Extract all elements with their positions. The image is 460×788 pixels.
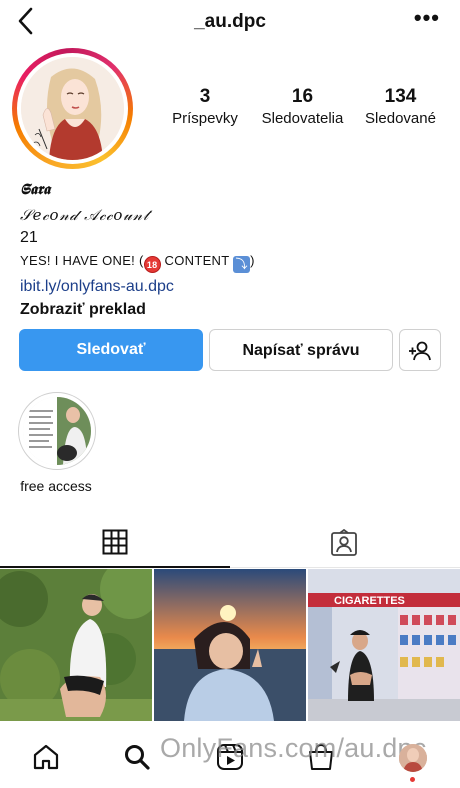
suggest-people-button[interactable] [399, 329, 441, 371]
bio-link[interactable]: ibit.ly/onlyfans-au.dpc [20, 278, 450, 296]
message-button[interactable]: Napísať správu [209, 329, 393, 371]
bio-text-middle: CONTENT [160, 253, 234, 268]
bio-tagline: 𝒮𝑒𝒸𝑜𝓃𝒹 𝒜𝒸𝒸𝑜𝓊𝓃𝓉 [20, 206, 150, 224]
watermark-text: OnlyFans.com/au.dpc [160, 733, 427, 763]
search-icon[interactable] [122, 742, 152, 772]
profile-bio: 𝕾𝖆𝖗𝖆 𝒮𝑒𝒸𝑜𝓃𝒹 𝒜𝒸𝒸𝑜𝓊𝓃𝓉 21 YES! I HAVE ONE! … [20, 180, 450, 319]
profile-avatar [21, 57, 124, 160]
stat-following-label: Sledované [365, 110, 436, 127]
profile-stats: 3 Príspevky 16 Sledovatelia 134 Sledovan… [160, 86, 450, 136]
see-translation-link[interactable]: Zobraziť preklad [20, 301, 450, 319]
post-thumbnail[interactable] [154, 569, 306, 721]
highlight-label: free access [20, 478, 92, 494]
profile-avatar-story-ring[interactable] [12, 48, 133, 169]
tab-tagged[interactable] [230, 520, 460, 568]
profile-username: _au.dpc [194, 11, 266, 32]
top-bar: _au.dpc ••• [0, 0, 460, 44]
tab-posts-grid[interactable] [0, 520, 230, 568]
home-icon[interactable] [31, 742, 61, 772]
highlight-cover [23, 397, 91, 465]
notification-dot [410, 777, 415, 782]
add-person-icon [409, 341, 431, 361]
posts-grid: CIGARETTES [0, 569, 460, 721]
stat-following-count: 134 [384, 86, 417, 107]
stat-followers-count: 16 [291, 86, 314, 107]
more-dots-icon[interactable]: ••• [414, 7, 440, 29]
stat-posts-label: Príspevky [172, 110, 238, 127]
tagged-person-icon [331, 529, 357, 556]
profile-tabs [0, 520, 460, 568]
arrow-down-icon: ⤵ [233, 256, 251, 273]
bio-text-start: YES! I HAVE ONE! ( [20, 253, 144, 268]
story-highlight[interactable] [18, 392, 96, 470]
stat-posts-count: 3 [199, 86, 211, 107]
post-thumbnail[interactable]: CIGARETTES [308, 569, 460, 721]
bio-content-line: YES! I HAVE ONE! (18 CONTENT ⤵) [20, 253, 450, 273]
stat-posts[interactable]: 3 Príspevky [160, 86, 250, 127]
profile-avatar-nav[interactable] [399, 744, 427, 772]
eighteen-plus-icon: 18 [143, 256, 161, 273]
stat-followers-label: Sledovatelia [261, 110, 344, 127]
follow-button[interactable]: Sledovať [19, 329, 203, 371]
post-thumbnail[interactable] [0, 569, 152, 721]
bio-age: 21 [20, 229, 38, 246]
display-name: 𝕾𝖆𝖗𝖆 [20, 180, 51, 198]
store-sign: CIGARETTES [334, 595, 405, 607]
bio-text-end: ) [250, 253, 255, 268]
stat-following[interactable]: 134 Sledované [353, 86, 448, 127]
grid-icon [102, 529, 128, 555]
stat-followers[interactable]: 16 Sledovatelia [255, 86, 350, 127]
